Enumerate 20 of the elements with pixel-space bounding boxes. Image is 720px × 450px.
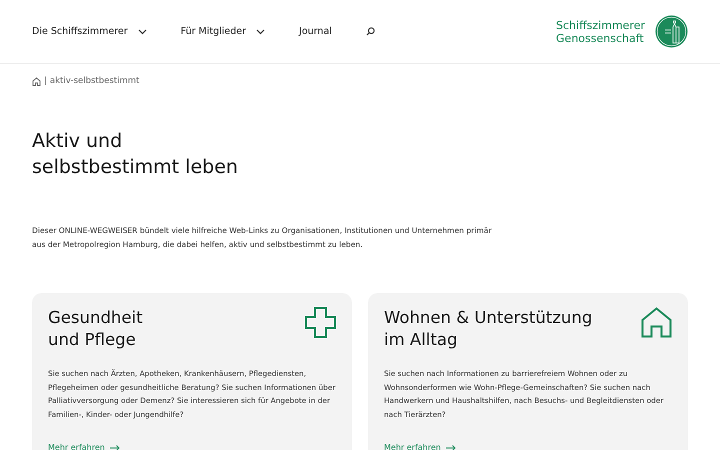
page-title: Aktiv und selbstbestimmt leben <box>32 129 239 180</box>
logo-tower-icon[interactable] <box>655 15 688 48</box>
nav-link[interactable]: Die Schiffszimmerer <box>32 26 147 37</box>
more-link[interactable]: Mehr erfahren <box>384 443 456 450</box>
arrow-icon <box>446 444 456 450</box>
arrow-icon <box>110 444 120 450</box>
cross-icon <box>305 307 336 338</box>
more-link[interactable]: Mehr erfahren <box>48 443 120 450</box>
logo-text[interactable]: Schiffszimmerer Genossenschaft <box>556 18 645 44</box>
nav-link[interactable]: Für Mitglieder <box>180 26 266 37</box>
chevron-icon <box>256 28 266 34</box>
breadcrumb-separator: | <box>44 76 47 86</box>
breadcrumb-current: aktiv-selbstbestimmt <box>50 76 140 86</box>
nav-link[interactable]: Journal <box>299 26 332 37</box>
card-title: Gesundheit und Pflege <box>48 307 143 351</box>
chevron-icon <box>138 28 147 34</box>
search-icon[interactable] <box>366 27 375 36</box>
house-icon <box>641 307 672 338</box>
home-icon[interactable] <box>32 76 41 86</box>
card-title: Wohnen & Unterstützung im Alltag <box>384 307 592 351</box>
